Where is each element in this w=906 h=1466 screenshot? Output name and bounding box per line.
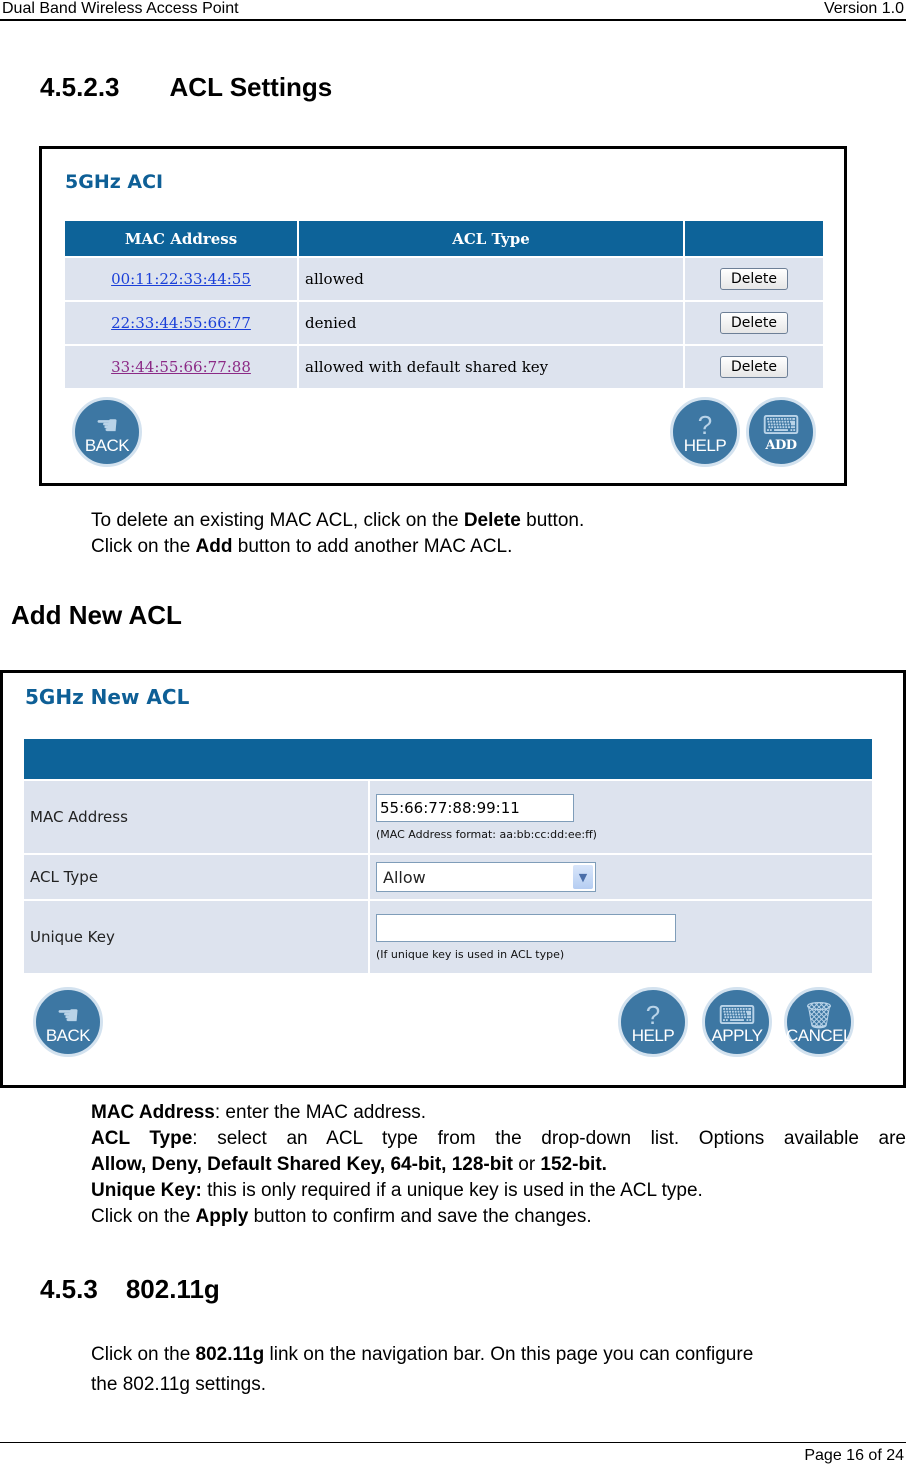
table-row: 00:11:22:33:44:55 allowed Delete — [65, 258, 823, 300]
col-header-mac: MAC Address — [65, 221, 297, 256]
delete-button[interactable]: Delete — [720, 312, 788, 334]
section-heading-80211g: 4.5.3 802.11g — [40, 1274, 220, 1305]
mac-link[interactable]: 33:44:55:66:77:88 — [111, 358, 251, 376]
new-acl-screenshot: 5GHz New ACL MAC Address (MAC Address fo… — [0, 670, 906, 1088]
section-title: 802.11g — [125, 1274, 220, 1304]
form-header-bar — [24, 739, 872, 779]
acl-type-cell: denied — [299, 302, 683, 344]
80211g-instructions: Click on the 802.11g link on the navigat… — [91, 1344, 754, 1395]
mac-address-label: MAC Address — [24, 781, 368, 853]
form-row-acl-type: ACL Type Allow ▼ — [24, 855, 872, 899]
section-title: ACL Settings — [169, 72, 333, 102]
pointing-hand-icon: ☚ — [95, 410, 119, 440]
question-mark-icon: ? — [697, 410, 713, 440]
form-row-mac: MAC Address (MAC Address format: aa:bb:c… — [24, 781, 872, 853]
acl-type-label: ACL Type — [24, 855, 368, 899]
help-button[interactable]: ? HELP — [670, 397, 740, 467]
acl-list-screenshot: 5GHz ACI MAC Address ACL Type 00:11:22:3… — [39, 146, 847, 486]
table-row: 33:44:55:66:77:88 allowed with default s… — [65, 346, 823, 388]
back-button[interactable]: ☚ BACK — [33, 987, 103, 1057]
mac-link[interactable]: 00:11:22:33:44:55 — [111, 270, 251, 288]
trash-can-icon: 🗑 — [802, 1000, 836, 1030]
apply-button[interactable]: ⌨ APPLY — [702, 987, 772, 1057]
acl-type-cell: allowed with default shared key — [299, 346, 683, 388]
add-button[interactable]: ⌨ ADD — [746, 397, 816, 467]
help-button[interactable]: ? HELP — [618, 987, 688, 1057]
new-acl-screen-title: 5GHz New ACL — [25, 685, 190, 709]
section-number: 4.5.2.3 — [40, 72, 120, 102]
unique-key-label: Unique Key — [24, 901, 368, 973]
cancel-button[interactable]: 🗑 CANCEL — [784, 987, 854, 1057]
footer-rule — [0, 1442, 906, 1443]
back-button[interactable]: ☚ BACK — [72, 397, 142, 467]
new-acl-form: MAC Address (MAC Address format: aa:bb:c… — [22, 737, 874, 975]
acl-type-select[interactable]: Allow ▼ — [376, 862, 596, 892]
field-descriptions: MAC Address: enter the MAC address. ACL … — [91, 1102, 906, 1227]
acl-type-cell: allowed — [299, 258, 683, 300]
mac-address-input[interactable] — [376, 793, 574, 822]
mouse-icon: ⌨ — [762, 410, 800, 440]
form-row-unique-key: Unique Key (If unique key is used in ACL… — [24, 901, 872, 973]
delete-add-instructions: To delete an existing MAC ACL, click on … — [91, 510, 585, 557]
chevron-down-icon[interactable]: ▼ — [573, 865, 593, 889]
section-number: 4.5.3 — [40, 1274, 98, 1304]
section-heading-acl-settings: 4.5.2.3 ACL Settings — [40, 72, 332, 103]
page-number: Page 16 of 24 — [804, 1447, 904, 1464]
header-rule — [0, 19, 906, 21]
question-mark-icon: ? — [645, 1000, 661, 1030]
unique-key-hint: (If unique key is used in ACL type) — [376, 947, 565, 961]
table-row: 22:33:44:55:66:77 denied Delete — [65, 302, 823, 344]
acl-table: MAC Address ACL Type 00:11:22:33:44:55 a… — [63, 219, 825, 390]
mac-format-hint: (MAC Address format: aa:bb:cc:dd:ee:ff) — [376, 827, 597, 841]
heading-add-new-acl: Add New ACL — [11, 600, 182, 630]
doc-header-version: Version 1.0 — [823, 0, 904, 17]
delete-button[interactable]: Delete — [720, 356, 788, 378]
unique-key-input[interactable] — [376, 913, 676, 942]
pointing-hand-icon: ☚ — [56, 1000, 80, 1030]
doc-header-title: Dual Band Wireless Access Point — [2, 0, 239, 17]
col-header-action — [685, 221, 823, 256]
delete-button[interactable]: Delete — [720, 268, 788, 290]
col-header-acl-type: ACL Type — [299, 221, 683, 256]
mouse-icon: ⌨ — [718, 1000, 756, 1030]
acl-screen-title: 5GHz ACI — [65, 171, 164, 193]
acl-type-selected-value: Allow — [383, 867, 426, 887]
mac-link[interactable]: 22:33:44:55:66:77 — [111, 314, 251, 332]
